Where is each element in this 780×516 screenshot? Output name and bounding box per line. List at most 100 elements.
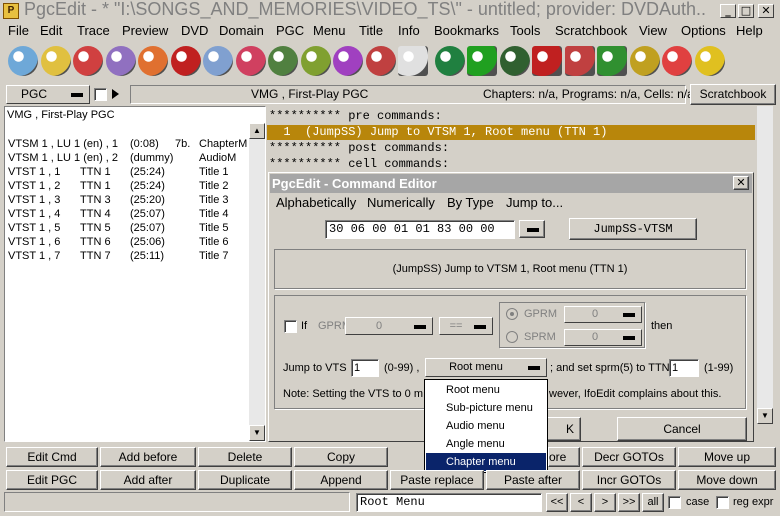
film-reel-icon[interactable] bbox=[499, 46, 530, 76]
pgc-checkbox[interactable] bbox=[94, 88, 107, 101]
search-input[interactable]: Root Menu bbox=[356, 493, 542, 512]
open-folder-icon[interactable] bbox=[40, 46, 71, 76]
append-button[interactable]: Append bbox=[294, 470, 388, 490]
copy-button[interactable]: Copy bbox=[294, 447, 388, 467]
operator-dropdown[interactable]: == bbox=[439, 317, 493, 335]
case-checkbox[interactable] bbox=[668, 496, 681, 509]
document-icon[interactable] bbox=[398, 46, 428, 76]
menu-edit[interactable]: Edit bbox=[40, 23, 62, 38]
folder-disc-icon[interactable] bbox=[300, 46, 331, 76]
paste-replace-button[interactable]: Paste replace bbox=[390, 470, 484, 490]
search-all-button[interactable]: all bbox=[642, 493, 664, 512]
menu-trace[interactable]: Trace bbox=[77, 23, 110, 38]
menu-bookmarks[interactable]: Bookmarks bbox=[434, 23, 499, 38]
menu-domain[interactable]: Domain bbox=[219, 23, 264, 38]
delete-button[interactable]: Delete bbox=[198, 447, 292, 467]
menu-dvd[interactable]: DVD bbox=[181, 23, 208, 38]
reload-icon[interactable] bbox=[73, 46, 103, 76]
pgc-dropdown[interactable]: PGC bbox=[6, 85, 90, 104]
scroll-up-icon[interactable]: ▲ bbox=[249, 123, 265, 139]
gprm2-dropdown[interactable]: 0 bbox=[564, 306, 642, 323]
pgc-list[interactable]: VMG , First-Play PGC VTSM 1 , LU 1 (en) … bbox=[4, 106, 266, 442]
disc-arrow-icon[interactable] bbox=[235, 46, 266, 76]
popup-item-angle-menu[interactable]: Angle menu bbox=[426, 435, 546, 453]
menu-file[interactable]: File bbox=[8, 23, 29, 38]
sprm-radio[interactable] bbox=[506, 331, 518, 343]
globe-icon[interactable] bbox=[434, 46, 465, 76]
command-type-button[interactable]: JumpSS-VTSM bbox=[569, 218, 697, 240]
edit-cmd-button[interactable]: Edit Cmd bbox=[6, 447, 98, 467]
regexp-checkbox[interactable] bbox=[716, 496, 729, 509]
edit-pgc-button[interactable]: Edit PGC bbox=[6, 470, 98, 490]
if-checkbox[interactable] bbox=[284, 320, 297, 333]
popup-item-root-menu[interactable]: Root menu bbox=[426, 381, 546, 399]
paste-after-button[interactable]: Paste after bbox=[486, 470, 580, 490]
paste-before-button[interactable]: ore bbox=[548, 447, 580, 467]
scratchbook-button[interactable]: Scratchbook bbox=[690, 84, 776, 105]
search-last-button[interactable]: >> bbox=[618, 493, 640, 512]
menu-pgc[interactable]: PGC bbox=[276, 23, 304, 38]
menu-tools[interactable]: Tools bbox=[510, 23, 540, 38]
decr-gotos-button[interactable]: Decr GOTOs bbox=[582, 447, 676, 467]
gprm-radio[interactable] bbox=[506, 308, 518, 320]
menu-title[interactable]: Title bbox=[359, 23, 383, 38]
menu-options[interactable]: Options bbox=[681, 23, 726, 38]
sprm-dropdown[interactable]: 0 bbox=[564, 329, 642, 346]
incr-gotos-button[interactable]: Incr GOTOs bbox=[582, 470, 676, 490]
dialog-close-icon[interactable]: ✕ bbox=[733, 176, 749, 190]
minimize-button[interactable]: _ bbox=[720, 4, 736, 18]
menu-help[interactable]: Help bbox=[736, 23, 763, 38]
disc-copy-icon[interactable] bbox=[203, 46, 233, 76]
menu-type-dropdown[interactable]: Root menu bbox=[425, 358, 547, 377]
tcl-icon[interactable] bbox=[694, 46, 725, 76]
selected-command-line[interactable]: 1 (JumpSS) Jump to VTSM 1, Root menu (TT… bbox=[267, 125, 755, 140]
search-next-button[interactable]: > bbox=[594, 493, 616, 512]
popup-item-sub-picture-menu[interactable]: Sub-picture menu bbox=[426, 399, 546, 417]
play-arrow-icon[interactable] bbox=[112, 89, 119, 99]
open-dvd-icon[interactable] bbox=[8, 46, 38, 76]
play-preview-icon[interactable] bbox=[467, 46, 497, 76]
close-button[interactable]: ✕ bbox=[758, 4, 774, 18]
maximize-button[interactable]: □ bbox=[738, 4, 754, 18]
list-icon[interactable] bbox=[532, 46, 562, 76]
scroll-down-icon[interactable]: ▼ bbox=[757, 408, 773, 424]
menu-by-type[interactable]: By Type bbox=[447, 195, 494, 210]
gprm-dropdown[interactable]: 0 bbox=[345, 317, 433, 335]
menu-view[interactable]: View bbox=[639, 23, 667, 38]
move-down-button[interactable]: Move down bbox=[678, 470, 776, 490]
cancel-button[interactable]: Cancel bbox=[617, 417, 747, 441]
ttn-input[interactable]: 1 bbox=[669, 359, 699, 377]
id-disc-icon[interactable] bbox=[365, 46, 396, 76]
menu-alphabetically[interactable]: Alphabetically bbox=[276, 195, 356, 210]
add-before-button[interactable]: Add before bbox=[100, 447, 196, 467]
chain-icon[interactable] bbox=[629, 46, 660, 76]
vts-input[interactable]: 1 bbox=[351, 359, 379, 377]
search-icon[interactable] bbox=[170, 46, 201, 76]
search-prev-button[interactable]: < bbox=[570, 493, 592, 512]
menu-scratchbook[interactable]: Scratchbook bbox=[555, 23, 627, 38]
save-disc-icon[interactable] bbox=[268, 46, 298, 76]
menu-jump-to[interactable]: Jump to... bbox=[506, 195, 563, 210]
menu-info[interactable]: Info bbox=[398, 23, 420, 38]
menu-numerically[interactable]: Numerically bbox=[367, 195, 435, 210]
menu-menu[interactable]: Menu bbox=[313, 23, 346, 38]
list-scrollbar[interactable]: ▲ ▼ bbox=[249, 123, 265, 441]
duplicate-button[interactable]: Duplicate bbox=[198, 470, 292, 490]
add-after-button[interactable]: Add after bbox=[100, 470, 196, 490]
new-dvd-icon[interactable] bbox=[105, 46, 136, 76]
hex-input[interactable]: 30 06 00 01 01 83 00 00 bbox=[325, 220, 515, 239]
hex-dropdown[interactable] bbox=[519, 220, 545, 238]
command-scrollbar[interactable]: ▼ bbox=[757, 106, 773, 424]
check-disc-icon[interactable] bbox=[333, 46, 363, 76]
popup-item-chapter-menu[interactable]: Chapter menu bbox=[426, 453, 546, 471]
search-first-button[interactable]: << bbox=[546, 493, 568, 512]
window-title-bar[interactable]: P PgcEdit - * "I:\SONGS_AND_MEMORIES\VID… bbox=[0, 0, 780, 22]
grid-cross-icon[interactable] bbox=[564, 46, 595, 76]
flame-icon[interactable] bbox=[138, 46, 168, 76]
popup-item-audio-menu[interactable]: Audio menu bbox=[426, 417, 546, 435]
menu-preview[interactable]: Preview bbox=[122, 23, 168, 38]
scroll-down-icon[interactable]: ▼ bbox=[249, 425, 265, 441]
move-up-button[interactable]: Move up bbox=[678, 447, 776, 467]
menu-icon[interactable] bbox=[597, 46, 627, 76]
numbers-icon[interactable] bbox=[662, 46, 692, 76]
